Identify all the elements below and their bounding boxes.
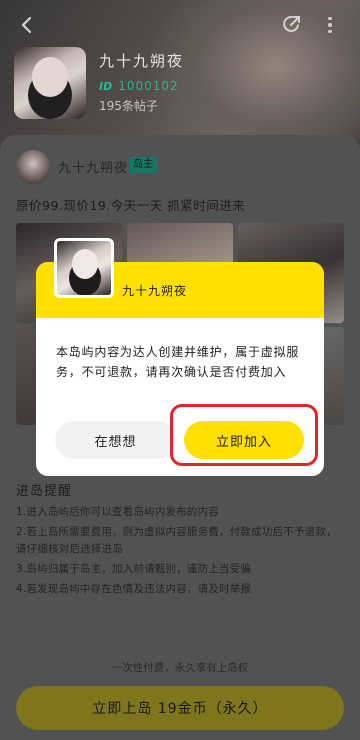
cancel-button[interactable]: 在想想 <box>55 421 176 459</box>
join-now-button[interactable]: 立即加入 <box>184 421 304 459</box>
dialog-avatar <box>54 238 114 298</box>
dialog-author-name: 九十九朔夜 <box>122 284 188 298</box>
dialog-message: 本岛屿内容为达人创建并维护，属于虚拟服务，不可退款，请再次确认是否付费加入 <box>56 345 300 379</box>
